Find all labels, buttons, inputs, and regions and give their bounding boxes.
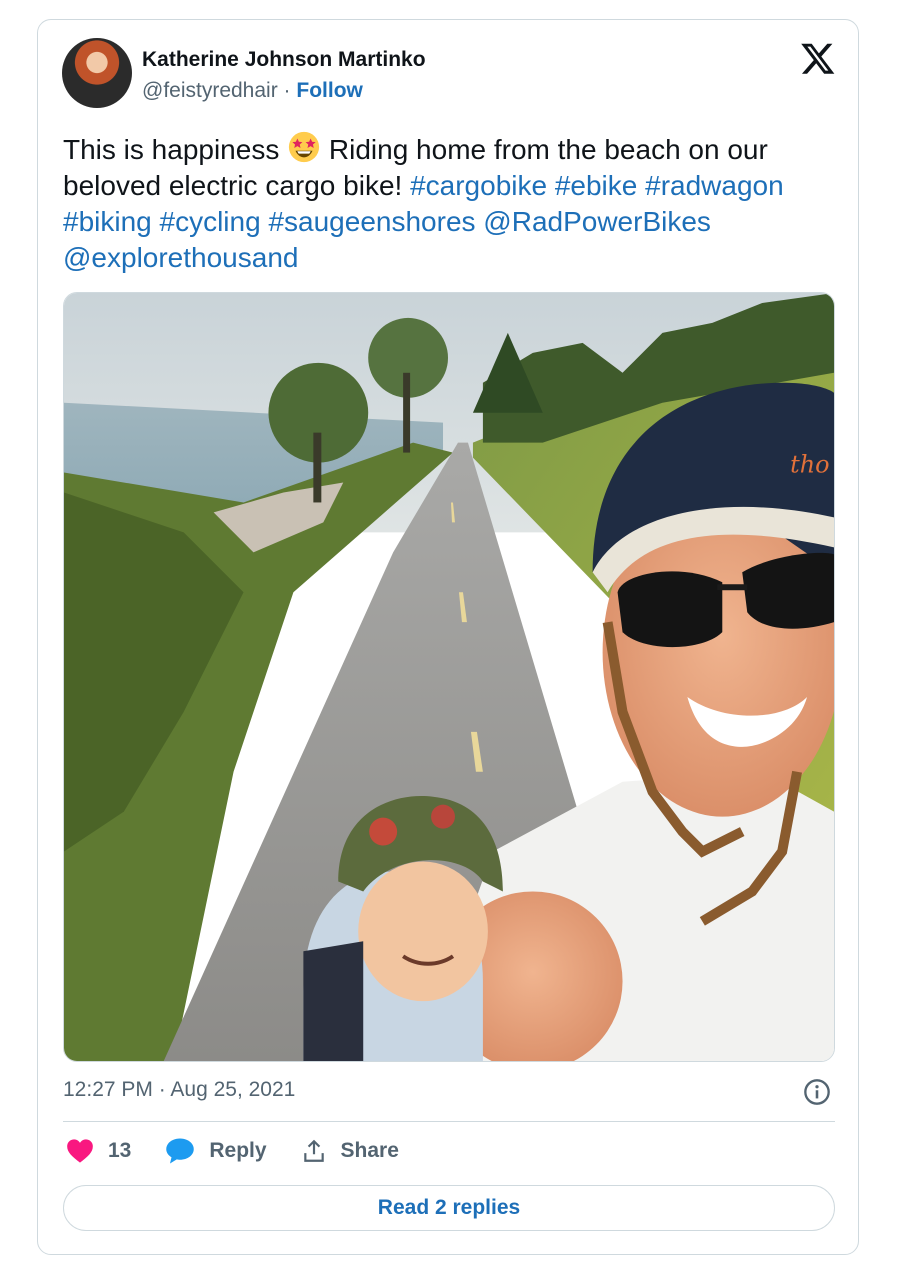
mention-link[interactable]: @RadPowerBikes	[483, 206, 711, 237]
like-count: 13	[108, 1139, 132, 1162]
tweet-text-part1: This is happiness	[63, 134, 288, 165]
info-icon[interactable]	[803, 1078, 831, 1106]
hashtag-link[interactable]: #cycling	[160, 206, 261, 237]
like-button[interactable]: 13	[66, 1138, 131, 1164]
tweet-card: Katherine Johnson Martinko @feistyredhai…	[37, 19, 859, 1255]
author-handle[interactable]: @feistyredhair	[142, 79, 278, 102]
author-handle-row: @feistyredhair · Follow	[142, 79, 363, 103]
svg-text:tho: tho	[790, 451, 829, 479]
read-replies-button[interactable]: Read 2 replies	[63, 1185, 835, 1231]
share-label: Share	[340, 1139, 399, 1162]
reply-label: Reply	[209, 1139, 267, 1162]
tweet-photo[interactable]: tho	[63, 292, 835, 1062]
hashtag-link[interactable]: #ebike	[555, 170, 638, 201]
photo-of-woman-and-child-on-cargo-bike: tho	[64, 293, 834, 1061]
x-logo-icon[interactable]	[800, 40, 836, 76]
hashtag-link[interactable]: #radwagon	[645, 170, 784, 201]
reply-button[interactable]: Reply	[165, 1137, 267, 1165]
action-bar: 13 Reply Share	[66, 1137, 433, 1165]
heart-icon	[67, 1139, 93, 1163]
reply-bubble-icon	[166, 1138, 195, 1164]
share-icon	[303, 1139, 324, 1162]
hashtag-link[interactable]: #saugeenshores	[268, 206, 475, 237]
divider	[63, 1121, 835, 1122]
author-name[interactable]: Katherine Johnson Martinko	[142, 48, 426, 72]
hashtag-link[interactable]: #biking	[63, 206, 152, 237]
timestamp[interactable]: 12:27 PM · Aug 25, 2021	[63, 1078, 295, 1102]
separator: ·	[283, 79, 291, 102]
avatar[interactable]	[62, 38, 132, 108]
follow-button[interactable]: Follow	[296, 79, 363, 102]
star-struck-emoji-icon	[288, 131, 320, 163]
tweet-text: This is happiness Riding home from the b…	[63, 130, 823, 276]
hashtag-link[interactable]: #cargobike	[410, 170, 547, 201]
mention-link[interactable]: @explorethousand	[63, 242, 298, 273]
share-button[interactable]: Share	[301, 1138, 399, 1164]
